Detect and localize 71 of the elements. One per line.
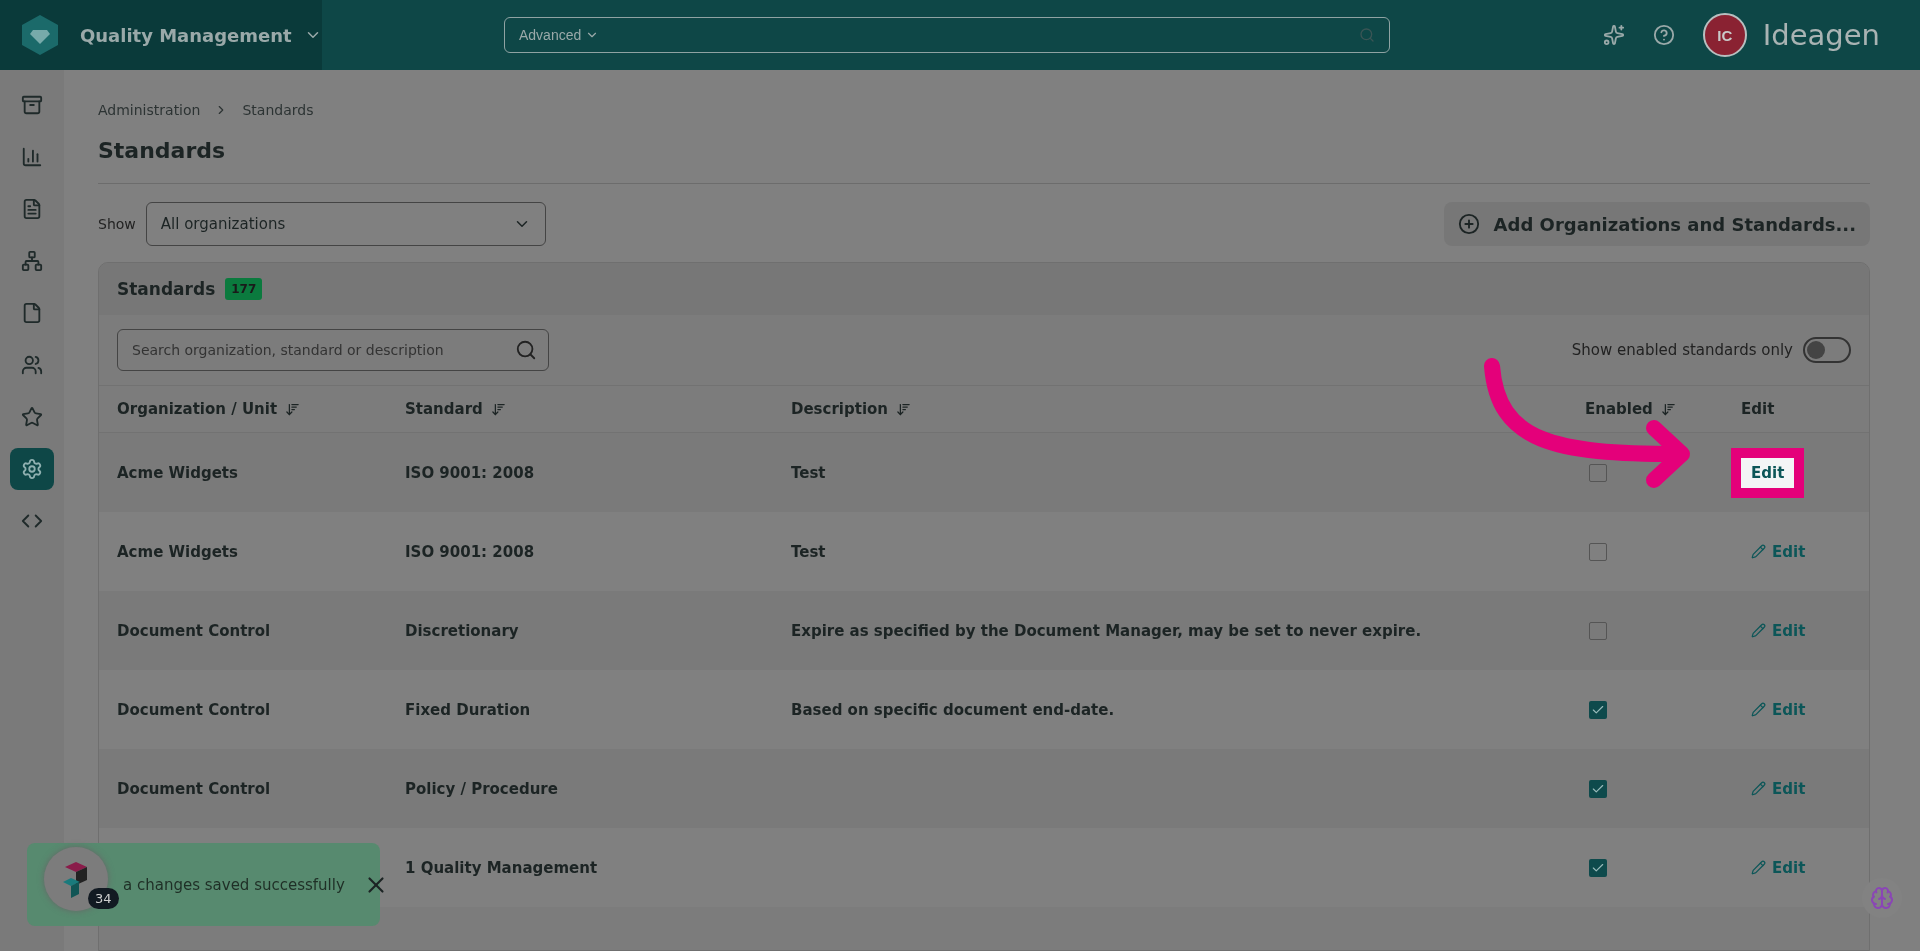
scope-dropdown[interactable]: Advanced — [519, 27, 600, 43]
page-title: Standards — [98, 138, 1870, 184]
table-cell-text: ISO 9001: 2008 — [405, 542, 536, 561]
search-field[interactable]: Advanced — [504, 17, 1390, 53]
pencil-icon — [1751, 702, 1766, 717]
sort-icon — [285, 401, 301, 417]
table-cell-text: Document Control — [117, 779, 272, 798]
edit-button[interactable]: Edit — [1741, 615, 1816, 646]
table-cell-text: Document Control — [117, 621, 272, 640]
logo-icon — [20, 13, 60, 57]
enabled-checkbox[interactable] — [1589, 858, 1607, 877]
table-cell-text: Expire as specified by the Document Manager, may be set to never expire. — [791, 621, 1423, 640]
hierarchy-icon — [21, 250, 43, 272]
toast-message: a changes saved successfully — [123, 875, 345, 894]
plus-circle-icon — [1457, 213, 1480, 235]
table-cell-text: Based on specific document end-date. — [791, 700, 1116, 719]
settings-icon — [21, 458, 43, 480]
sort-icon — [490, 401, 506, 417]
pencil-icon — [1751, 623, 1766, 638]
enabled-checkbox[interactable] — [1589, 621, 1607, 640]
pencil-icon — [1751, 860, 1766, 875]
search-field[interactable]: Search organization, standard or description — [117, 329, 549, 371]
column-header[interactable]: Organization / Unit — [117, 400, 301, 418]
count-badge: 177 — [225, 278, 263, 300]
add-organizations-button[interactable]: Add Organizations and Standards... — [1443, 202, 1870, 246]
toggle-switch[interactable] — [1803, 337, 1851, 363]
brain-icon — [1870, 886, 1894, 910]
sparkle-icon[interactable] — [1602, 24, 1625, 46]
enabled-checkbox[interactable] — [1589, 700, 1607, 719]
sort-icon — [896, 401, 912, 417]
bar-chart-icon — [21, 146, 43, 168]
table-cell-text: Acme Widgets — [117, 463, 239, 482]
user-avatar[interactable]: IC — [1702, 13, 1747, 57]
toggle-label: Show enabled standards only — [1571, 341, 1793, 359]
table-cell-text: Test — [791, 463, 827, 482]
column-header[interactable]: Standard — [405, 400, 506, 418]
table-cell-text: 1 Quality Management — [405, 858, 599, 877]
enabled-checkbox[interactable] — [1589, 779, 1607, 798]
edit-button[interactable]: Edit — [1741, 773, 1816, 804]
edit-button[interactable]: Edit — [1741, 536, 1816, 567]
breadcrumb-link[interactable]: Administration — [98, 102, 201, 118]
document-icon — [21, 198, 43, 220]
table-cell-text: Test — [791, 542, 827, 561]
breadcrumb-link[interactable]: Standards — [242, 102, 314, 118]
sidebar-item[interactable] — [10, 448, 54, 490]
help-icon[interactable] — [1652, 24, 1675, 46]
table-cell-text: Acme Widgets — [117, 542, 239, 561]
column-header[interactable]: Enabled — [1585, 400, 1676, 418]
star-icon — [21, 406, 43, 428]
column-header[interactable]: Edit — [1741, 400, 1775, 418]
pencil-icon — [1751, 781, 1766, 796]
enabled-checkbox[interactable] — [1589, 463, 1607, 482]
table-cell-text: Document Control — [117, 700, 272, 719]
table-cell-text: Policy / Procedure — [405, 779, 559, 798]
brand-logo: Ideagen — [1762, 18, 1880, 52]
organization-select[interactable]: All organizations — [145, 202, 546, 246]
pencil-icon — [1751, 544, 1766, 559]
filter-label: Show — [98, 216, 136, 232]
table-cell-text: Fixed Duration — [405, 700, 532, 719]
team-icon — [21, 354, 43, 376]
table-cell-text: ISO 9001: 2008 — [405, 463, 536, 482]
edit-button[interactable]: Edit — [1741, 694, 1816, 725]
column-header[interactable]: Description — [791, 400, 912, 418]
table-cell-text: Discretionary — [405, 621, 520, 640]
card-title: Standards — [117, 279, 216, 299]
edit-button[interactable]: Edit — [1741, 852, 1816, 883]
file-icon — [21, 302, 43, 324]
sort-icon — [1660, 401, 1676, 417]
search-icon[interactable] — [515, 339, 537, 361]
archive-icon — [21, 94, 43, 116]
enabled-checkbox[interactable] — [1589, 542, 1607, 561]
